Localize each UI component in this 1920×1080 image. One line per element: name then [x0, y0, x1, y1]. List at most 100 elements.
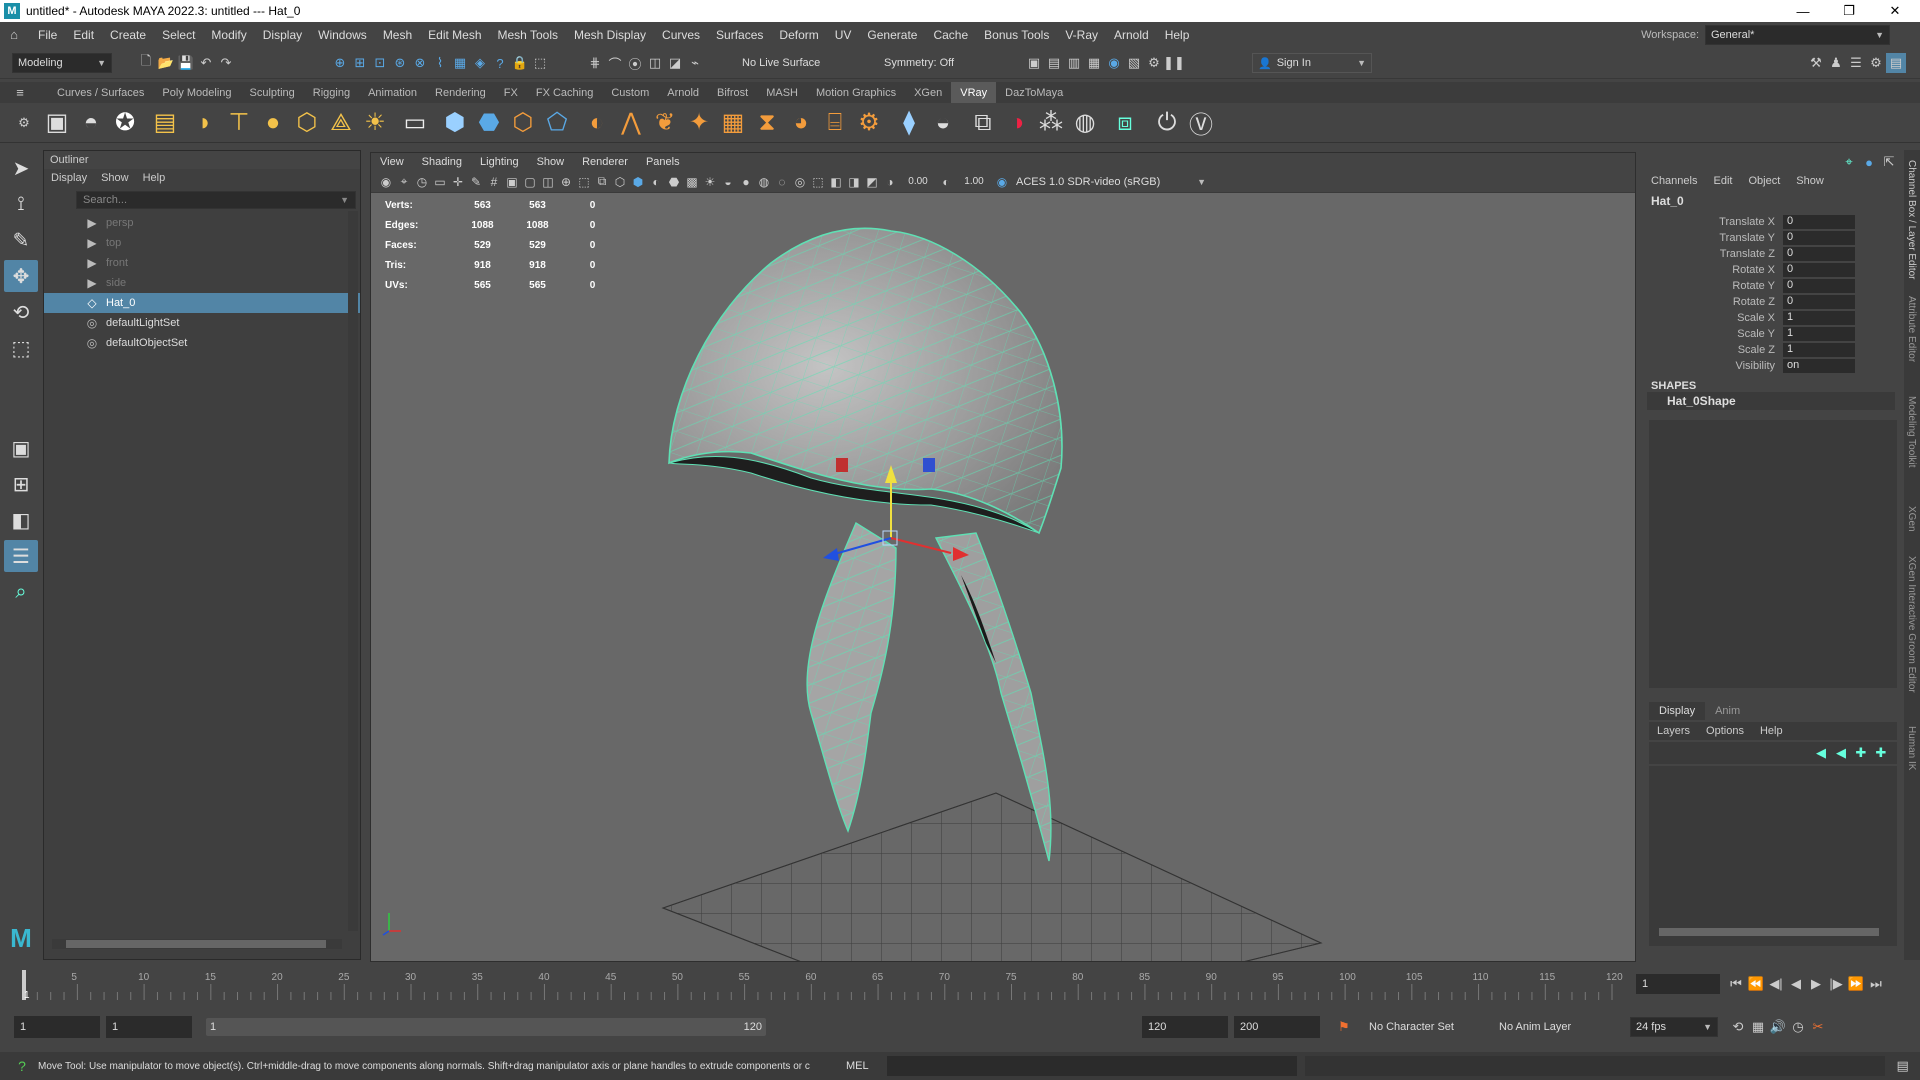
undo-icon[interactable]: ↶: [196, 53, 216, 73]
outliner-item-top[interactable]: ▶ top: [44, 233, 360, 253]
viewport-menu-shading[interactable]: Shading: [413, 156, 471, 168]
range-end-field[interactable]: 120: [1142, 1016, 1228, 1038]
time-slider[interactable]: 5 10 15 20 25 30 35 40 45 50 55 60 65 70 75 80 85 90 95 100…: [0, 964, 1920, 1006]
shelf-tab-xgen[interactable]: XGen: [905, 82, 951, 103]
side-tab-modeling-toolkit[interactable]: Modeling Toolkit: [1904, 390, 1917, 500]
outliner-item-default-light-set[interactable]: ◎ defaultLightSet: [44, 313, 360, 333]
start-time-field[interactable]: 1: [14, 1016, 100, 1038]
vray-hair-mtl-icon[interactable]: ❦: [648, 106, 682, 140]
vray-logo-icon[interactable]: Ⓥ: [1184, 106, 1218, 140]
timeline-track[interactable]: 5 10 15 20 25 30 35 40 45 50 55 60 65 70 75 80 85 90 95 100…: [22, 966, 1623, 1002]
time-editor-icon[interactable]: ◷: [1788, 1017, 1808, 1037]
gate-mask-icon[interactable]: ◫: [539, 173, 557, 191]
color-management-icon[interactable]: ◉: [993, 173, 1011, 191]
persp-outliner-layout-icon[interactable]: ◧: [4, 504, 38, 536]
restore-icon[interactable]: ❐: [1826, 0, 1872, 22]
attr-scale-x[interactable]: Scale X 1: [1643, 310, 1903, 326]
select-object-icon[interactable]: ⊞: [350, 53, 370, 73]
menu-curves[interactable]: Curves: [654, 28, 708, 42]
vray-proxy-icon[interactable]: ⬢: [438, 106, 472, 140]
exposure-icon[interactable]: ◑: [881, 173, 899, 191]
step-forward-key-icon[interactable]: ⏩: [1846, 974, 1866, 994]
snap-edge-icon[interactable]: ⌁: [685, 53, 705, 73]
channel-box-object-name[interactable]: Hat_0: [1643, 190, 1903, 212]
lasso-tool-icon[interactable]: ⟟: [4, 188, 38, 220]
screen-space-ao-icon[interactable]: ●: [737, 173, 755, 191]
viewport-menu-show[interactable]: Show: [528, 156, 574, 168]
attr-value[interactable]: 0: [1783, 247, 1855, 261]
outliner-item-front[interactable]: ▶ front: [44, 253, 360, 273]
outliner-layout-icon[interactable]: ☰: [4, 540, 38, 572]
grease-pencil-icon[interactable]: ✎: [467, 173, 485, 191]
attr-value[interactable]: 0: [1783, 279, 1855, 293]
shelf-tab-fx-caching[interactable]: FX Caching: [527, 82, 602, 103]
manip-plane-handle[interactable]: [836, 458, 848, 472]
vray-mesh-light-icon[interactable]: ⬡: [290, 106, 324, 140]
motion-blur-icon[interactable]: ◍: [755, 173, 773, 191]
shape-name[interactable]: Hat_0Shape: [1647, 392, 1895, 410]
shelf-tab-bifrost[interactable]: Bifrost: [708, 82, 757, 103]
vray-mtl-wrapper-icon[interactable]: ⌸: [818, 106, 852, 140]
menu-surfaces[interactable]: Surfaces: [708, 28, 771, 42]
workspace-dropdown[interactable]: General* ▼: [1705, 24, 1890, 45]
character-controls-icon[interactable]: ♟: [1826, 53, 1846, 73]
attr-rotate-z[interactable]: Rotate Z 0: [1643, 294, 1903, 310]
anim-layer-dropdown[interactable]: No Anim Layer: [1494, 1017, 1620, 1037]
menu-help[interactable]: Help: [1157, 28, 1198, 42]
menu-vray[interactable]: V-Ray: [1057, 28, 1106, 42]
save-scene-icon[interactable]: 💾: [176, 53, 196, 73]
channel-menu-channels[interactable]: Channels: [1643, 175, 1705, 187]
vray-plane-icon[interactable]: ▭: [398, 106, 432, 140]
command-line-input[interactable]: [886, 1056, 1297, 1076]
attr-rotate-y[interactable]: Rotate Y 0: [1643, 278, 1903, 294]
textured-icon[interactable]: ▩: [683, 173, 701, 191]
xray-components-icon[interactable]: ◩: [863, 173, 881, 191]
attr-visibility[interactable]: Visibility on: [1643, 358, 1903, 374]
vray-mtl-icon[interactable]: ◐: [580, 106, 614, 140]
attr-value[interactable]: 1: [1783, 327, 1855, 341]
loop-icon[interactable]: ⟲: [1728, 1017, 1748, 1037]
channel-menu-show[interactable]: Show: [1788, 175, 1832, 187]
side-tab-human-ik[interactable]: Human IK: [1904, 720, 1917, 780]
snap-view-plane-icon[interactable]: ◫: [645, 53, 665, 73]
outliner-menu-display[interactable]: Display: [44, 172, 94, 184]
vray-dome-light-icon[interactable]: ◗: [188, 106, 222, 140]
outliner-item-persp[interactable]: ▶ persp: [44, 213, 360, 233]
mask-joints-icon[interactable]: ⊗: [410, 53, 430, 73]
field-chart-icon[interactable]: ⊕: [557, 173, 575, 191]
attribute-editor-icon[interactable]: ☰: [1846, 53, 1866, 73]
range-slider-bar[interactable]: 1 120: [206, 1018, 766, 1036]
vray-physical-camera-icon[interactable]: ⧈: [1108, 106, 1142, 140]
single-perspective-layout-icon[interactable]: ▣: [4, 432, 38, 464]
side-tab-attribute-editor[interactable]: Attribute Editor: [1904, 290, 1917, 390]
outliner-horizontal-scrollbar[interactable]: [52, 939, 342, 949]
mel-label[interactable]: MEL: [846, 1060, 869, 1072]
layer-tab-anim[interactable]: Anim: [1705, 702, 1750, 720]
vray-fur-icon[interactable]: ⬡: [506, 106, 540, 140]
shelf-tab-rigging[interactable]: Rigging: [304, 82, 359, 103]
vray-cloud-icon[interactable]: ⏻: [1150, 106, 1184, 140]
shelf-tab-vray[interactable]: VRay: [951, 82, 997, 103]
layer-menu-options[interactable]: Options: [1698, 725, 1752, 737]
vray-decal-icon[interactable]: ⬠: [540, 106, 574, 140]
xray-icon[interactable]: ◧: [827, 173, 845, 191]
move-layer-up-icon[interactable]: ◀: [1811, 743, 1831, 763]
layer-menu-help[interactable]: Help: [1752, 725, 1791, 737]
tool-settings-icon[interactable]: ⚙: [1866, 53, 1886, 73]
render-view-icon[interactable]: ▧: [1124, 53, 1144, 73]
current-frame-field[interactable]: 1: [1636, 974, 1720, 994]
menu-select[interactable]: Select: [154, 28, 203, 42]
menu-modify[interactable]: Modify: [203, 28, 254, 42]
shelf-tab-sculpting[interactable]: Sculpting: [241, 82, 304, 103]
character-set-dropdown[interactable]: No Character Set: [1364, 1017, 1490, 1037]
attr-value[interactable]: 0: [1783, 263, 1855, 277]
vray-render-settings-icon[interactable]: ▣: [40, 106, 74, 140]
select-component-icon[interactable]: ⊡: [370, 53, 390, 73]
shelf-tab-fx[interactable]: FX: [495, 82, 527, 103]
attr-translate-y[interactable]: Translate Y 0: [1643, 230, 1903, 246]
close-icon[interactable]: ✕: [1872, 0, 1918, 22]
render-settings-icon[interactable]: ▦: [1084, 53, 1104, 73]
manip-z-arrow[interactable]: [823, 548, 839, 561]
shadows-icon[interactable]: ◒: [719, 173, 737, 191]
script-editor-icon[interactable]: ▤: [1893, 1056, 1913, 1076]
